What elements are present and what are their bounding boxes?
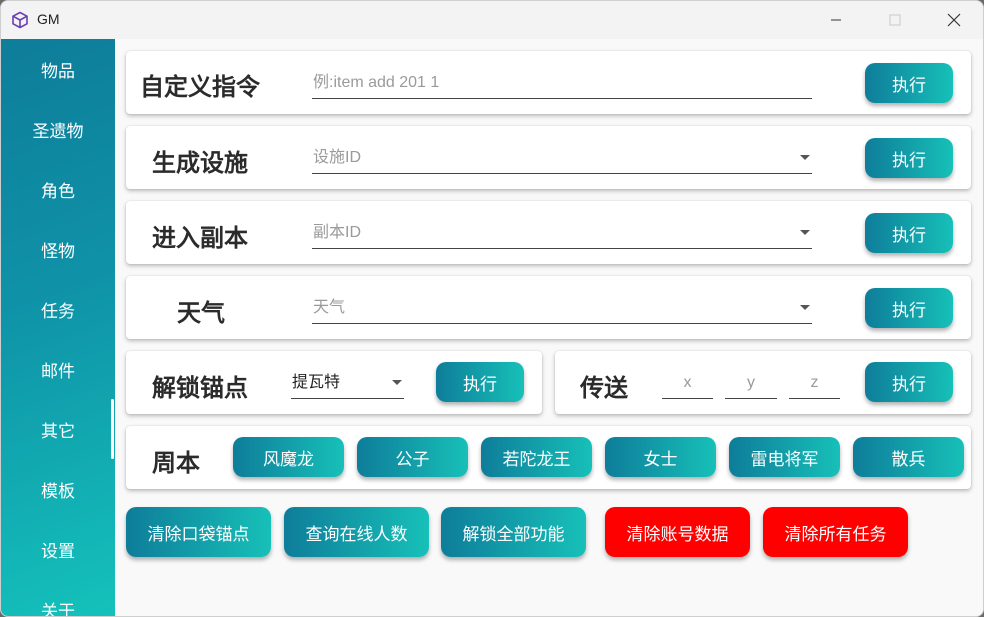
dungeon-id-placeholder: 副本ID [313, 224, 362, 241]
teleport-y-placeholder: y [747, 374, 755, 391]
weekly-boss-label: 周本 [152, 449, 200, 477]
boss-button-signora[interactable]: 女士 [605, 437, 716, 477]
custom-command-card: 自定义指令 例:item add 201 1 执行 [126, 51, 971, 114]
sidebar-item-templates[interactable]: 模板 [1, 459, 115, 519]
maximize-icon [889, 14, 901, 26]
weekly-boss-card: 周本 风魔龙 公子 若陀龙王 女士 雷电将军 散兵 [126, 426, 971, 489]
facility-id-placeholder: 设施ID [313, 149, 362, 166]
sidebar-item-other[interactable]: 其它 [1, 399, 115, 459]
spawn-facility-label: 生成设施 [152, 149, 248, 177]
sidebar-item-settings[interactable]: 设置 [1, 519, 115, 579]
teleport-card: 传送 x y z 执行 [555, 351, 971, 414]
chevron-down-icon [800, 230, 810, 235]
minimize-button[interactable] [813, 1, 859, 39]
sidebar-item-artifacts[interactable]: 圣遗物 [1, 99, 115, 159]
anchor-region-combobox[interactable]: 提瓦特 [291, 365, 404, 399]
window-title: GM [37, 11, 60, 27]
gm-window: GM 物品 圣遗物 角色 怪物 任务 邮件 其它 模板 设置 关于 自定义指令 … [0, 0, 984, 617]
boss-button-azhdaha[interactable]: 若陀龙王 [481, 437, 592, 477]
teleport-execute-button[interactable]: 执行 [865, 362, 953, 402]
custom-command-input[interactable]: 例:item add 201 1 [312, 65, 812, 99]
unlock-all-features-button[interactable]: 解锁全部功能 [441, 507, 586, 557]
sidebar-item-quests[interactable]: 任务 [1, 279, 115, 339]
sidebar-item-about[interactable]: 关于 [1, 579, 115, 617]
teleport-x-input[interactable]: x [662, 365, 713, 399]
enter-dungeon-card: 进入副本 副本ID 执行 [126, 201, 971, 264]
maximize-button[interactable] [872, 1, 918, 39]
boss-button-dvalin[interactable]: 风魔龙 [233, 437, 344, 477]
unlock-anchor-card: 解锁锚点 提瓦特 执行 [126, 351, 542, 414]
close-icon [947, 13, 961, 27]
weather-placeholder: 天气 [313, 299, 346, 316]
sidebar-item-characters[interactable]: 角色 [1, 159, 115, 219]
dungeon-id-combobox[interactable]: 副本ID [312, 215, 812, 249]
sidebar-item-mail[interactable]: 邮件 [1, 339, 115, 399]
main-content: 自定义指令 例:item add 201 1 执行 生成设施 设施ID 执行 进… [115, 39, 983, 616]
clear-pocket-anchors-button[interactable]: 清除口袋锚点 [126, 507, 271, 557]
custom-command-placeholder: 例:item add 201 1 [313, 74, 440, 91]
selected-indicator [111, 399, 114, 459]
boss-button-raiden[interactable]: 雷电将军 [729, 437, 840, 477]
weather-label: 天气 [177, 299, 225, 327]
enter-dungeon-label: 进入副本 [152, 224, 248, 252]
anchor-region-value: 提瓦特 [292, 372, 341, 391]
sidebar-item-items[interactable]: 物品 [1, 39, 115, 99]
teleport-y-input[interactable]: y [725, 365, 777, 399]
sidebar: 物品 圣遗物 角色 怪物 任务 邮件 其它 模板 设置 关于 [1, 39, 115, 617]
minimize-icon [831, 19, 841, 21]
clear-all-quests-button[interactable]: 清除所有任务 [763, 507, 908, 557]
boss-button-childe[interactable]: 公子 [357, 437, 468, 477]
teleport-z-input[interactable]: z [789, 365, 840, 399]
weather-card: 天气 天气 执行 [126, 276, 971, 339]
facility-id-combobox[interactable]: 设施ID [312, 140, 812, 174]
chevron-down-icon [800, 155, 810, 160]
teleport-x-placeholder: x [683, 374, 692, 391]
spawn-facility-card: 生成设施 设施ID 执行 [126, 126, 971, 189]
chevron-down-icon [392, 380, 402, 385]
enter-dungeon-execute-button[interactable]: 执行 [865, 213, 953, 253]
weather-combobox[interactable]: 天气 [312, 290, 812, 324]
query-online-count-button[interactable]: 查询在线人数 [284, 507, 429, 557]
unlock-anchor-label: 解锁锚点 [152, 374, 248, 402]
custom-command-execute-button[interactable]: 执行 [865, 63, 953, 103]
teleport-z-placeholder: z [810, 374, 819, 391]
unlock-anchor-execute-button[interactable]: 执行 [436, 362, 524, 402]
teleport-label: 传送 [580, 374, 628, 402]
boss-button-scaramouche[interactable]: 散兵 [853, 437, 964, 477]
clear-account-data-button[interactable]: 清除账号数据 [605, 507, 750, 557]
sidebar-item-monsters[interactable]: 怪物 [1, 219, 115, 279]
close-button[interactable] [931, 1, 977, 39]
cube-icon [12, 11, 28, 29]
chevron-down-icon [800, 305, 810, 310]
spawn-facility-execute-button[interactable]: 执行 [865, 138, 953, 178]
custom-command-label: 自定义指令 [140, 73, 260, 101]
title-bar: GM [1, 1, 983, 39]
weather-execute-button[interactable]: 执行 [865, 288, 953, 328]
